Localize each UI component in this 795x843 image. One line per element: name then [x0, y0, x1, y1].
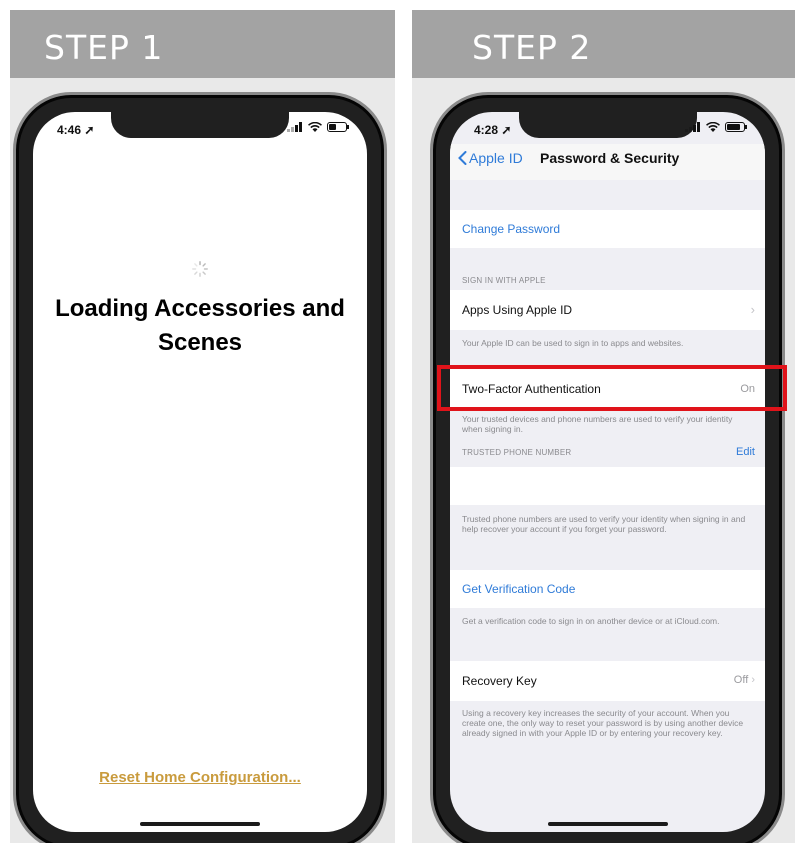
get-verification-code-label: Get Verification Code [462, 582, 576, 596]
recovery-key-row[interactable]: Recovery Key Off › [450, 661, 765, 701]
home-indicator [547, 822, 668, 826]
phone-frame: 4:46 ➚ Loading Accessories and Scenes Re… [13, 92, 387, 843]
cellular-signal-icon [287, 122, 303, 132]
status-icons [287, 122, 349, 132]
battery-icon [327, 122, 349, 132]
navigation-bar: Apple ID Password & Security [450, 144, 765, 180]
two-factor-footer: Your trusted devices and phone numbers a… [462, 414, 733, 434]
trusted-phone-number-header: TRUSTED PHONE NUMBER [462, 448, 572, 457]
step2-banner: STEP 2 [412, 10, 795, 78]
change-password-label: Change Password [462, 222, 561, 236]
back-button[interactable]: Apple ID [458, 150, 523, 166]
cellular-signal-icon [685, 122, 701, 132]
two-factor-highlight-box [437, 365, 787, 411]
status-bar: 4:28 ➚ [474, 120, 747, 138]
location-arrow-icon: ➚ [501, 123, 512, 137]
page-title: Password & Security [540, 150, 680, 166]
step2-panel: STEP 2 4:28 ➚ Apple ID Password & Securi… [412, 10, 795, 843]
apps-using-apple-id-label: Apps Using Apple ID [462, 303, 573, 317]
battery-icon [725, 122, 747, 132]
wifi-icon [308, 122, 322, 132]
loading-title: Loading Accessories and Scenes [55, 295, 345, 356]
sign-in-with-apple-header: SIGN IN WITH APPLE [462, 276, 546, 285]
phone-frame: 4:28 ➚ Apple ID Password & Security Chan… [430, 92, 785, 843]
chevron-right-icon: › [751, 674, 755, 686]
change-password-row[interactable]: Change Password [450, 210, 765, 248]
apps-using-apple-id-row[interactable]: Apps Using Apple ID › [450, 290, 765, 330]
recovery-key-footer: Using a recovery key increases the secur… [462, 708, 744, 738]
spinner-icon [192, 261, 208, 277]
apps-using-apple-id-footer: Your Apple ID can be used to sign in to … [462, 338, 684, 348]
status-icons [685, 122, 747, 132]
phone-screen: 4:46 ➚ Loading Accessories and Scenes Re… [33, 112, 367, 832]
trusted-phone-number-row[interactable] [450, 467, 765, 505]
chevron-left-icon [458, 151, 467, 165]
edit-trusted-numbers-button[interactable]: Edit [736, 446, 755, 458]
location-arrow-icon: ➚ [84, 123, 95, 137]
chevron-right-icon: › [750, 302, 755, 317]
home-indicator [140, 822, 260, 826]
status-bar: 4:46 ➚ [57, 120, 349, 138]
phone-screen: 4:28 ➚ Apple ID Password & Security Chan… [450, 112, 765, 832]
wifi-icon [706, 122, 720, 132]
reset-home-configuration-link[interactable]: Reset Home Configuration... [33, 769, 367, 786]
back-button-label: Apple ID [469, 150, 523, 166]
get-verification-code-row[interactable]: Get Verification Code [450, 570, 765, 608]
trusted-phone-footer: Trusted phone numbers are used to verify… [462, 514, 746, 534]
status-time: 4:46 ➚ [57, 123, 95, 137]
step1-banner: STEP 1 [10, 10, 395, 78]
step1-panel: STEP 1 4:46 ➚ Loading Accessories and Sc… [10, 10, 395, 843]
recovery-key-label: Recovery Key [462, 674, 537, 688]
get-verification-code-footer: Get a verification code to sign in on an… [462, 616, 720, 626]
recovery-key-status: Off › [733, 674, 755, 686]
status-time: 4:28 ➚ [474, 123, 512, 137]
